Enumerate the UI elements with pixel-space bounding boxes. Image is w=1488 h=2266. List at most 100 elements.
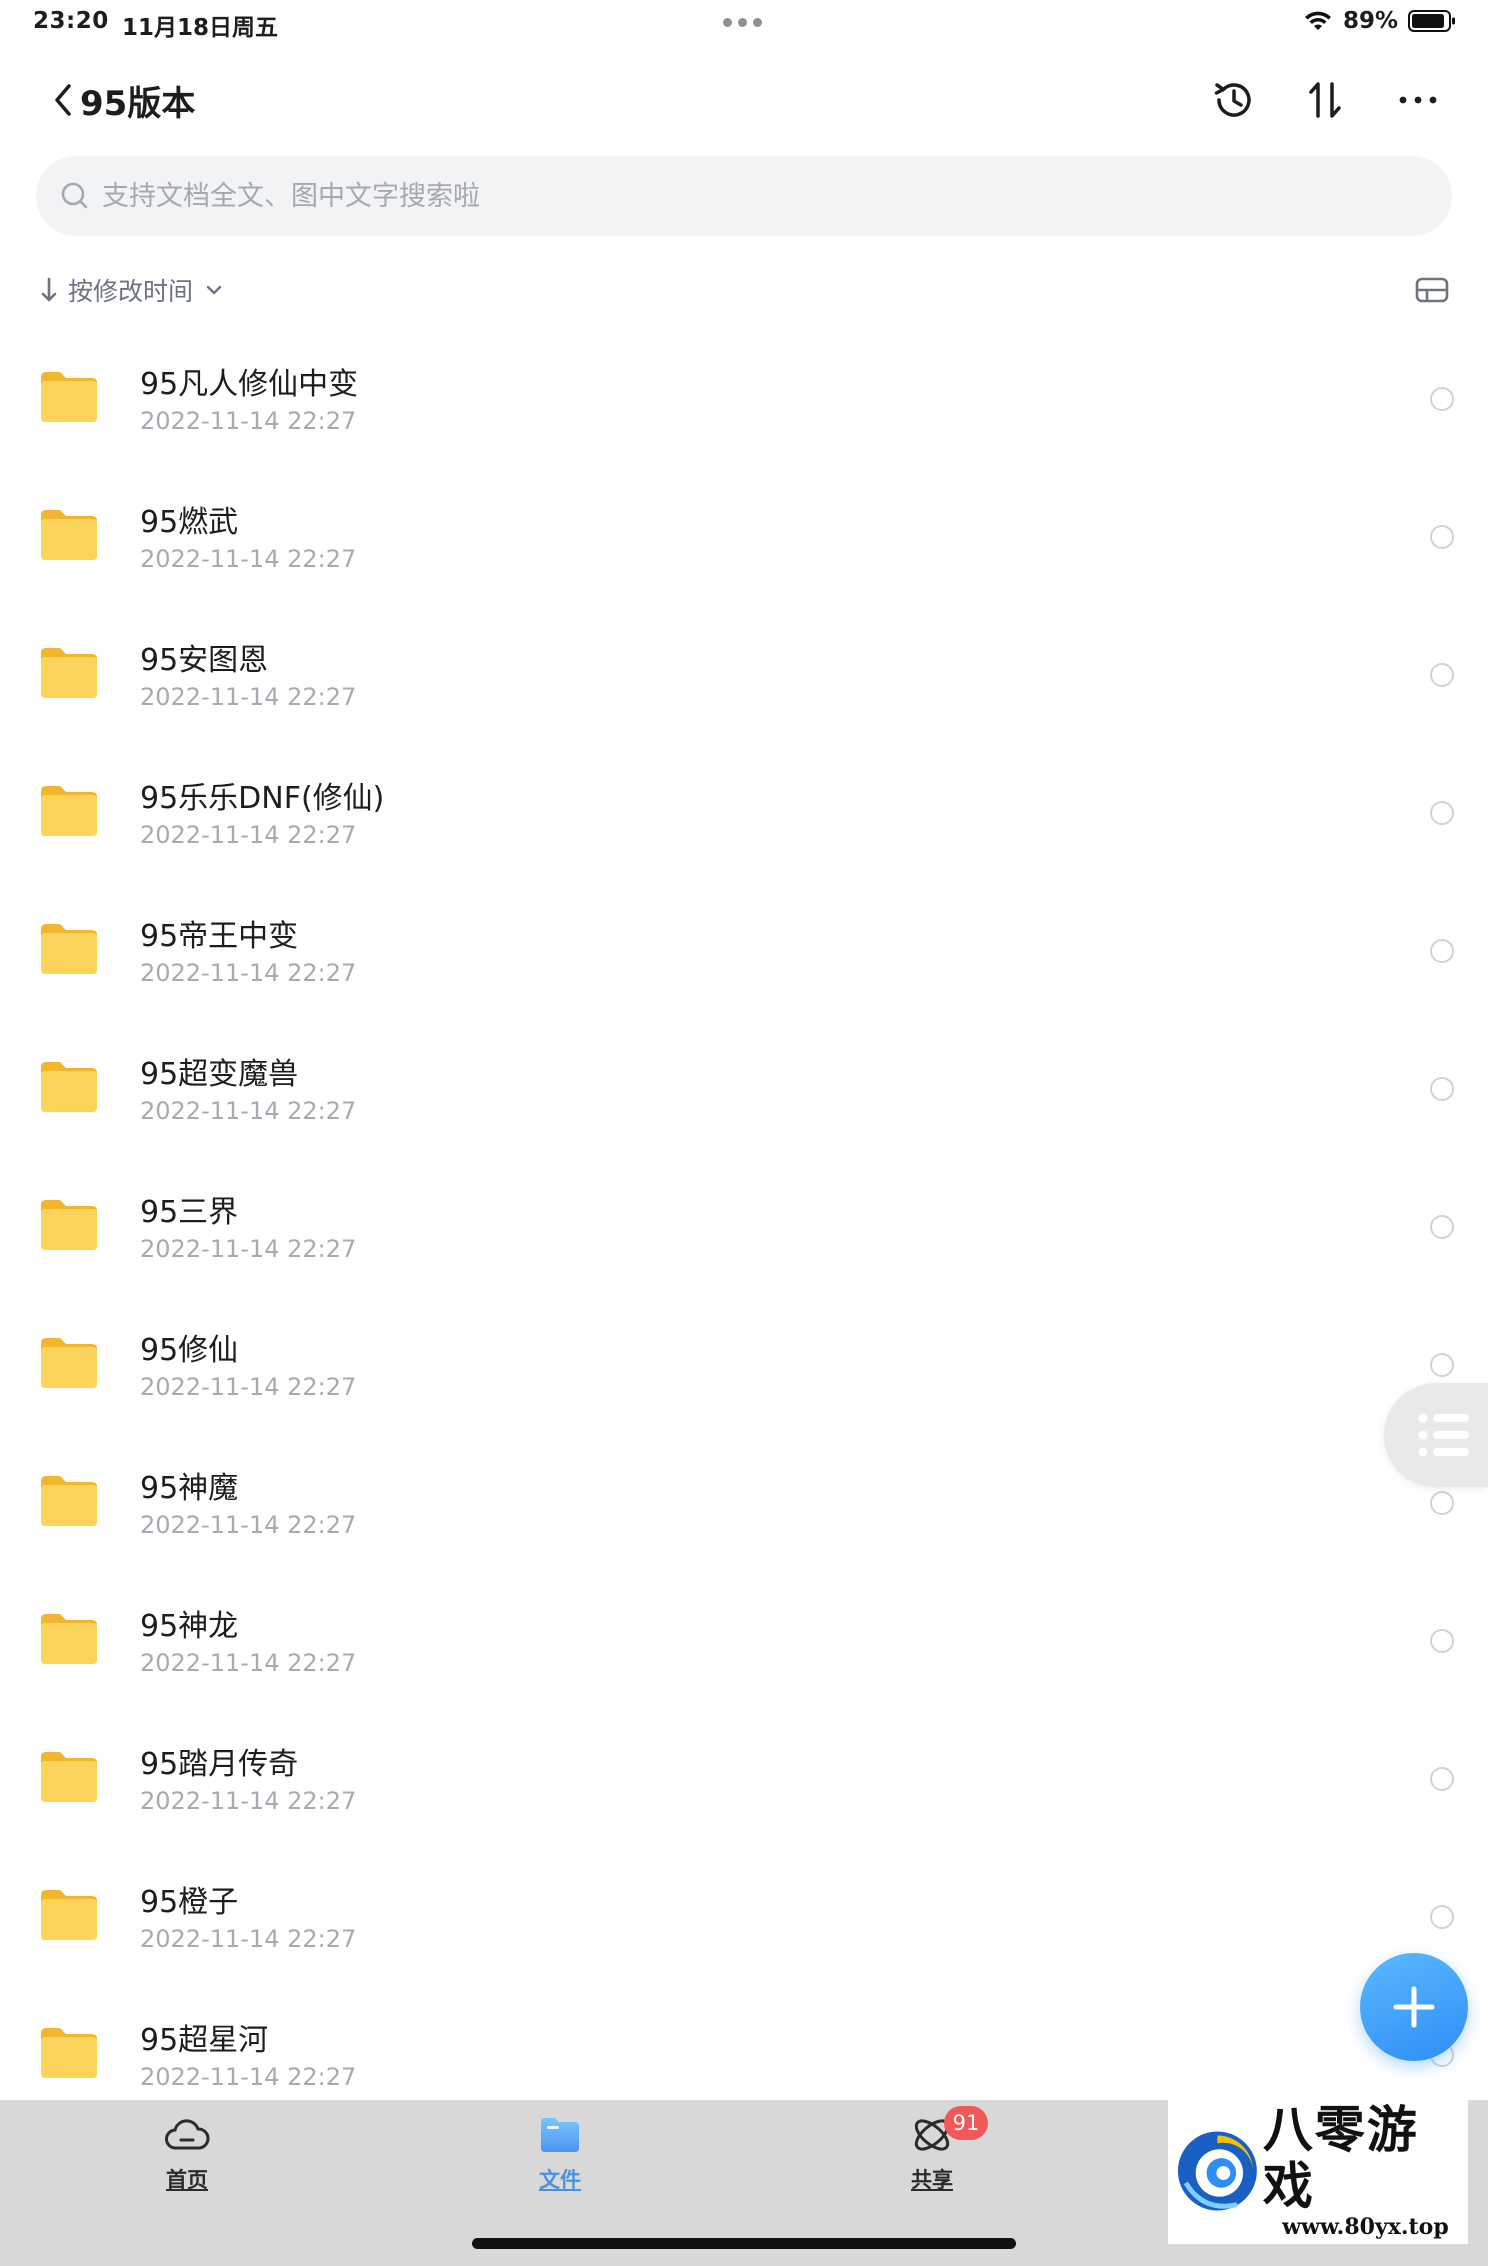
chevron-down-icon xyxy=(206,285,222,295)
file-row[interactable]: 95超变魔兽 2022-11-14 22:27 xyxy=(0,1017,1488,1155)
transfer-arrows-icon xyxy=(1309,82,1341,118)
view-mode-toggle-icon[interactable] xyxy=(1414,274,1450,306)
search-icon xyxy=(61,182,88,209)
select-circle[interactable] xyxy=(1430,1767,1454,1791)
tab-files-label: 文件 xyxy=(539,2168,581,2192)
folder-tab-icon xyxy=(541,2118,579,2152)
folder-icon xyxy=(41,1614,97,1664)
tab-files[interactable]: 文件 xyxy=(500,2112,620,2194)
file-name: 95乐乐DNF(修仙) xyxy=(140,781,385,816)
folder-icon xyxy=(41,510,97,560)
file-list: 95凡人修仙中变 2022-11-14 22:27 95燃武 2022-11-1… xyxy=(0,327,1488,2121)
sort-label: 按修改时间 xyxy=(68,277,194,306)
tab-home[interactable]: 首页 xyxy=(127,2112,247,2194)
folder-icon xyxy=(41,1890,97,1940)
folder-icon xyxy=(41,924,97,974)
back-button[interactable]: 95版本 xyxy=(52,74,195,126)
file-date: 2022-11-14 22:27 xyxy=(140,1373,357,1401)
folder-icon xyxy=(41,786,97,836)
folder-icon xyxy=(41,1200,97,1250)
select-circle[interactable] xyxy=(1430,525,1454,549)
tab-share[interactable]: 91 共享 xyxy=(872,2106,992,2194)
folder-icon xyxy=(41,1752,97,1802)
watermark-text: 八零游戏 www.80yx.top xyxy=(1262,2100,1468,2241)
file-date: 2022-11-14 22:27 xyxy=(140,1925,357,1953)
side-list-handle[interactable] xyxy=(1384,1383,1488,1487)
wifi-icon xyxy=(1304,11,1331,30)
file-name: 95安图恩 xyxy=(140,643,269,678)
select-circle[interactable] xyxy=(1430,1215,1454,1239)
add-button[interactable] xyxy=(1360,1953,1468,2061)
file-row[interactable]: 95神魔 2022-11-14 22:27 xyxy=(0,1431,1488,1569)
select-circle[interactable] xyxy=(1430,939,1454,963)
folder-icon xyxy=(41,1476,97,1526)
file-date: 2022-11-14 22:27 xyxy=(140,1511,357,1539)
tab-share-label: 共享 xyxy=(911,2168,953,2192)
chevron-left-icon xyxy=(55,84,71,116)
search-input[interactable] xyxy=(102,180,1402,212)
watermark-title: 八零游戏 xyxy=(1262,2100,1419,2215)
home-indicator[interactable] xyxy=(472,2238,1016,2249)
more-button[interactable] xyxy=(1392,74,1444,126)
nav-actions xyxy=(1208,74,1444,126)
file-row[interactable]: 95踏月传奇 2022-11-14 22:27 xyxy=(0,1707,1488,1845)
file-date: 2022-11-14 22:27 xyxy=(140,683,357,711)
swirl-logo-icon xyxy=(1177,2131,1257,2211)
plus-icon xyxy=(1393,1986,1435,2028)
file-row[interactable]: 95凡人修仙中变 2022-11-14 22:27 xyxy=(0,327,1488,465)
select-circle[interactable] xyxy=(1430,1905,1454,1929)
select-circle[interactable] xyxy=(1430,387,1454,411)
folder-icon xyxy=(41,1062,97,1112)
file-name: 95三界 xyxy=(140,1195,239,1230)
file-row[interactable]: 95燃武 2022-11-14 22:27 xyxy=(0,465,1488,603)
share-badge: 91 xyxy=(944,2106,988,2140)
multitasking-dots-icon[interactable] xyxy=(723,18,762,27)
arrow-down-icon xyxy=(41,277,57,302)
file-name: 95踏月传奇 xyxy=(140,1747,299,1782)
file-row[interactable]: 95橙子 2022-11-14 22:27 xyxy=(0,1845,1488,1983)
file-row[interactable]: 95三界 2022-11-14 22:27 xyxy=(0,1155,1488,1293)
status-bar: 23:20 11月18日周五 89% xyxy=(0,0,1488,48)
select-circle[interactable] xyxy=(1430,663,1454,687)
file-name: 95帝王中变 xyxy=(140,919,299,954)
file-name: 95神龙 xyxy=(140,1609,239,1644)
history-button[interactable] xyxy=(1208,74,1260,126)
transfer-button[interactable] xyxy=(1300,74,1352,126)
file-date: 2022-11-14 22:27 xyxy=(140,959,357,987)
file-date: 2022-11-14 22:27 xyxy=(140,821,357,849)
battery-percent: 89% xyxy=(1342,8,1398,34)
file-name: 95凡人修仙中变 xyxy=(140,367,359,402)
list-icon xyxy=(1418,1413,1469,1457)
watermark: 八零游戏 www.80yx.top xyxy=(1168,2098,1468,2244)
file-date: 2022-11-14 22:27 xyxy=(140,545,357,573)
folder-icon xyxy=(41,1338,97,1388)
file-row[interactable]: 95乐乐DNF(修仙) 2022-11-14 22:27 xyxy=(0,741,1488,879)
search-bar[interactable] xyxy=(36,156,1452,236)
select-circle[interactable] xyxy=(1430,1629,1454,1653)
file-date: 2022-11-14 22:27 xyxy=(140,2063,357,2091)
file-name: 95修仙 xyxy=(140,1333,239,1368)
folder-icon xyxy=(41,372,97,422)
file-name: 95燃武 xyxy=(140,505,239,540)
file-row[interactable]: 95神龙 2022-11-14 22:27 xyxy=(0,1569,1488,1707)
navigation-bar: 95版本 xyxy=(0,60,1488,140)
folder-icon xyxy=(41,648,97,698)
file-row[interactable]: 95修仙 2022-11-14 22:27 xyxy=(0,1293,1488,1431)
status-time: 23:20 xyxy=(33,8,109,34)
battery-icon xyxy=(1408,10,1455,32)
sort-selector[interactable]: 按修改时间 xyxy=(38,270,223,310)
file-name: 95超星河 xyxy=(140,2023,269,2058)
file-row[interactable]: 95安图恩 2022-11-14 22:27 xyxy=(0,603,1488,741)
file-name: 95橙子 xyxy=(140,1885,239,1920)
select-circle[interactable] xyxy=(1430,801,1454,825)
status-date: 11月18日周五 xyxy=(122,15,279,41)
file-date: 2022-11-14 22:27 xyxy=(140,1649,357,1677)
select-circle[interactable] xyxy=(1430,1353,1454,1377)
select-circle[interactable] xyxy=(1430,1491,1454,1515)
file-row[interactable]: 95帝王中变 2022-11-14 22:27 xyxy=(0,879,1488,1017)
status-right: 89% xyxy=(1303,8,1456,34)
select-circle[interactable] xyxy=(1430,1077,1454,1101)
watermark-url: www.80yx.top xyxy=(1282,2214,1449,2240)
cloud-icon xyxy=(165,2119,210,2150)
app-screen: 23:20 11月18日周五 89% 95版本 支持文档全文、图中文字搜索啦 按… xyxy=(0,0,1488,2266)
